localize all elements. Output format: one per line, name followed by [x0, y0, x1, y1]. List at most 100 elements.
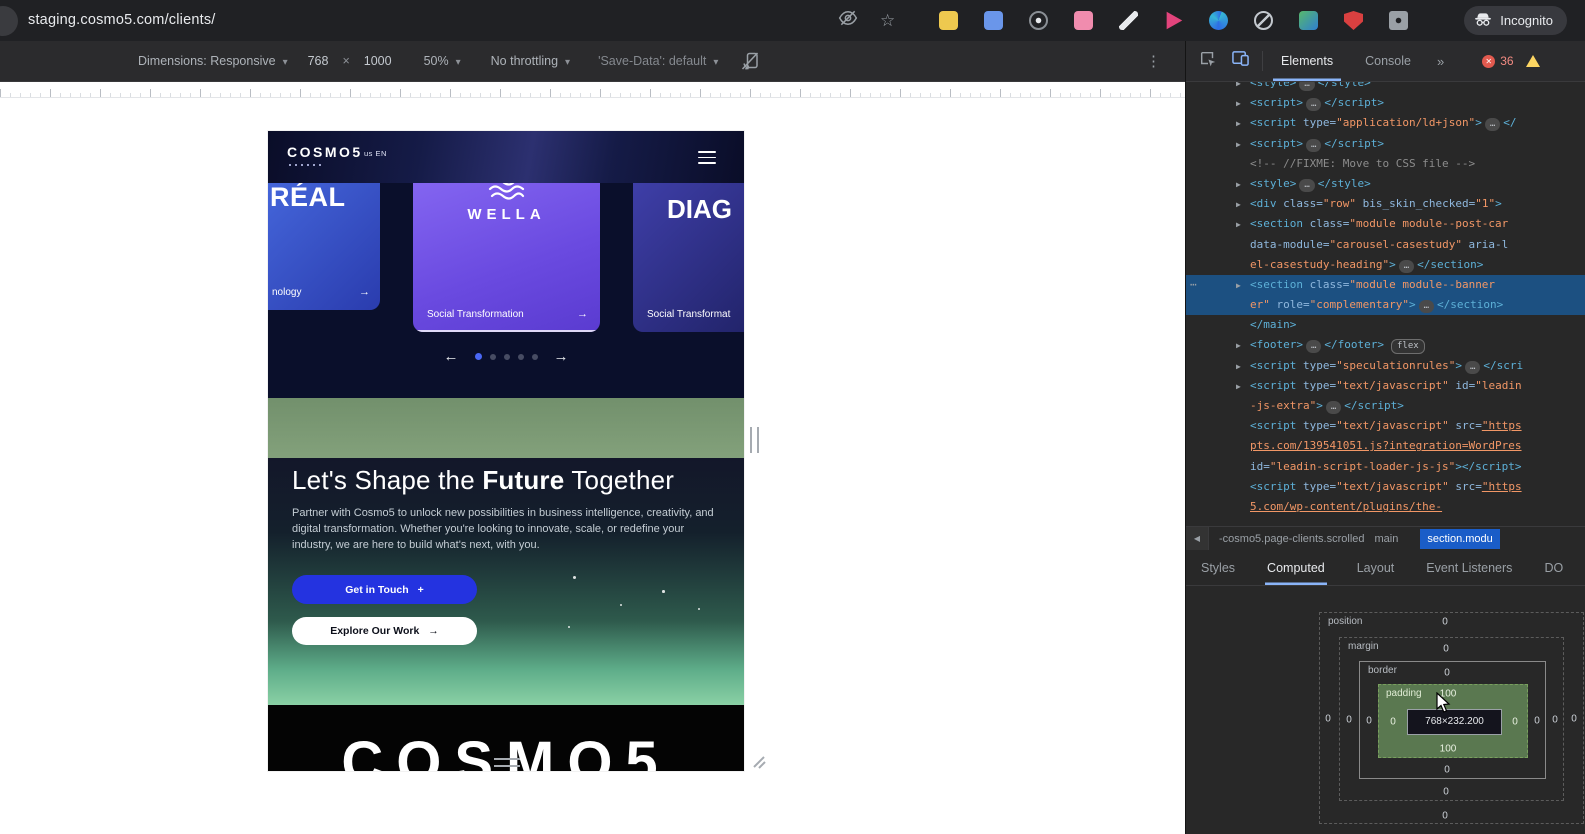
expand-arrow-icon[interactable] [1236, 215, 1250, 235]
breadcrumb-item[interactable]: main [1375, 533, 1399, 545]
dom-tree-node[interactable]: id="leadin-script-loader-js-js"></script… [1186, 457, 1585, 477]
resize-handle-right[interactable] [750, 427, 759, 453]
border-right-value[interactable]: 0 [1534, 716, 1540, 727]
dom-tree-node[interactable]: <script>…</script> [1186, 93, 1585, 113]
border-left-value[interactable]: 0 [1366, 716, 1372, 727]
dom-tree-node[interactable]: <!-- //FIXME: Move to CSS file --> [1186, 154, 1585, 174]
inspect-element-icon[interactable] [1199, 50, 1217, 73]
ext-swirl-circle-icon[interactable] [1209, 11, 1228, 30]
position-bottom-value[interactable]: 0 [1442, 811, 1448, 822]
expand-arrow-icon[interactable] [1236, 357, 1250, 377]
get-in-touch-button[interactable]: Get in Touch + [292, 575, 477, 604]
tab-console[interactable]: Console [1357, 41, 1419, 81]
ext-slash-circle-icon[interactable] [1254, 11, 1273, 30]
border-bottom-value[interactable]: 0 [1444, 765, 1450, 776]
url-bar[interactable]: staging.cosmo5.com/clients/ [28, 0, 216, 41]
resize-handle-bottom[interactable] [494, 758, 520, 767]
tab-styles[interactable]: Styles [1199, 550, 1237, 585]
position-left-value[interactable]: 0 [1325, 714, 1331, 725]
carousel-next-icon[interactable]: → [554, 348, 569, 365]
toolbar-menu-icon[interactable] [1146, 52, 1161, 70]
padding-bottom-value[interactable]: 100 [1440, 744, 1457, 755]
box-model-content[interactable]: 768×232.200 [1407, 709, 1502, 735]
ext-puzzle-icon[interactable] [1389, 11, 1408, 30]
ext-yellow-square-icon[interactable] [939, 11, 958, 30]
tab-elements[interactable]: Elements [1273, 41, 1341, 81]
expand-arrow-icon[interactable] [1236, 135, 1250, 155]
bookmark-star-icon[interactable]: ☆ [880, 11, 895, 31]
carousel-dot[interactable] [531, 353, 538, 360]
toggle-device-toolbar-icon[interactable] [1231, 50, 1250, 72]
dom-tree-node[interactable]: <section class="module module--banner [1186, 274, 1585, 296]
dom-tree-node[interactable]: er" role="complementary">… </section> [1186, 295, 1585, 316]
tab-computed[interactable]: Computed [1265, 550, 1327, 585]
margin-right-value[interactable]: 0 [1552, 715, 1558, 726]
explore-our-work-button[interactable]: Explore Our Work → [292, 617, 477, 645]
tab-event-listeners[interactable]: Event Listeners [1424, 550, 1514, 585]
nav-button-stub[interactable] [0, 6, 18, 36]
margin-left-value[interactable]: 0 [1346, 715, 1352, 726]
expand-arrow-icon[interactable] [1236, 175, 1250, 195]
border-top-value[interactable]: 0 [1444, 668, 1450, 679]
site-logo[interactable]: COSMO5 [287, 144, 363, 166]
expand-arrow-icon[interactable] [1236, 114, 1250, 134]
carousel-dot[interactable] [474, 353, 482, 360]
height-input[interactable]: 1000 [364, 54, 392, 68]
carousel-dot[interactable] [489, 353, 496, 360]
expand-arrow-icon[interactable] [1236, 276, 1250, 296]
dom-tree-node[interactable]: <footer>…</footer>flex [1186, 335, 1585, 355]
expand-arrow-icon[interactable] [1236, 94, 1250, 114]
eye-off-icon[interactable] [838, 8, 858, 33]
error-badge[interactable]: 36 [1482, 54, 1514, 68]
dom-tree-node[interactable]: <style>…</style> [1186, 174, 1585, 194]
node-options-icon[interactable] [1190, 275, 1197, 295]
width-input[interactable]: 768 [308, 54, 329, 68]
dom-tree-node[interactable]: <script type="text/javascript" src="http… [1186, 477, 1585, 497]
dom-tree-node[interactable]: <script type="text/javascript" src="http… [1186, 416, 1585, 436]
tab-layout[interactable]: Layout [1355, 550, 1397, 585]
dom-tree-node[interactable]: 5.com/wp-content/plugins/the- [1186, 497, 1585, 517]
dom-tree-node[interactable]: <style>…</style> [1186, 82, 1585, 93]
ext-eyedropper-icon[interactable] [1119, 11, 1138, 30]
expand-arrow-icon[interactable] [1236, 195, 1250, 215]
resize-handle-corner[interactable] [748, 751, 766, 774]
ext-green-square-icon[interactable] [1299, 11, 1318, 30]
breadcrumb-item[interactable]: -cosmo5.page-clients.scrolled [1219, 533, 1365, 545]
throttling-select[interactable]: No throttling [491, 54, 570, 68]
ext-red-shield-icon[interactable] [1344, 11, 1363, 30]
save-data-select[interactable]: 'Save-Data': default [598, 54, 718, 68]
position-top-value[interactable]: 0 [1442, 617, 1448, 628]
card-arrow-icon[interactable]: → [577, 308, 588, 320]
position-right-value[interactable]: 0 [1571, 714, 1577, 725]
ext-dark-ring-icon[interactable] [1029, 11, 1048, 30]
margin-bottom-value[interactable]: 0 [1443, 787, 1449, 798]
ext-play-badge-icon[interactable] [1166, 11, 1183, 30]
rotate-device-icon[interactable] [740, 51, 760, 71]
locale-switcher[interactable]: us EN [364, 149, 387, 158]
carousel-dot[interactable] [503, 353, 510, 360]
ext-blue-square-icon[interactable] [984, 11, 1003, 30]
dimensions-select[interactable]: Dimensions: Responsive [138, 54, 288, 68]
dom-tree-node[interactable]: </main> [1186, 315, 1585, 335]
dom-tree-node[interactable]: -js-extra">… </script> [1186, 396, 1585, 416]
padding-left-value[interactable]: 0 [1390, 717, 1396, 728]
breadcrumb-item[interactable]: section.modu [1420, 528, 1500, 549]
dom-tree-node[interactable]: <script type="application/ld+json">…</ [1186, 113, 1585, 133]
dom-tree-node[interactable]: <div class="row" bis_skin_checked="1"> [1186, 194, 1585, 214]
dom-tree-node[interactable]: <script type="text/javascript" id="leadi… [1186, 376, 1585, 396]
dom-tree-node[interactable]: <section class="module module--post-car [1186, 214, 1585, 234]
dom-tree-node[interactable]: pts.com/139541051.js?integration=WordPre… [1186, 436, 1585, 456]
warning-icon[interactable] [1525, 55, 1540, 67]
card-arrow-icon[interactable]: → [359, 286, 370, 298]
expand-arrow-icon[interactable] [1236, 377, 1250, 397]
dom-tree-node[interactable]: <script>…</script> [1186, 134, 1585, 154]
padding-right-value[interactable]: 0 [1512, 717, 1518, 728]
ext-pink-square-icon[interactable] [1074, 11, 1093, 30]
dom-tree-node[interactable]: <script type="speculationrules">…</scri [1186, 356, 1585, 376]
carousel-dot[interactable] [517, 353, 524, 360]
dom-tree-node[interactable]: el-casestudy-heading">… </section> [1186, 255, 1585, 275]
carousel-prev-icon[interactable]: ← [444, 348, 459, 365]
more-tabs-icon[interactable] [1437, 54, 1444, 69]
breadcrumb-scroll-left-icon[interactable] [1186, 527, 1209, 550]
margin-top-value[interactable]: 0 [1443, 644, 1449, 655]
